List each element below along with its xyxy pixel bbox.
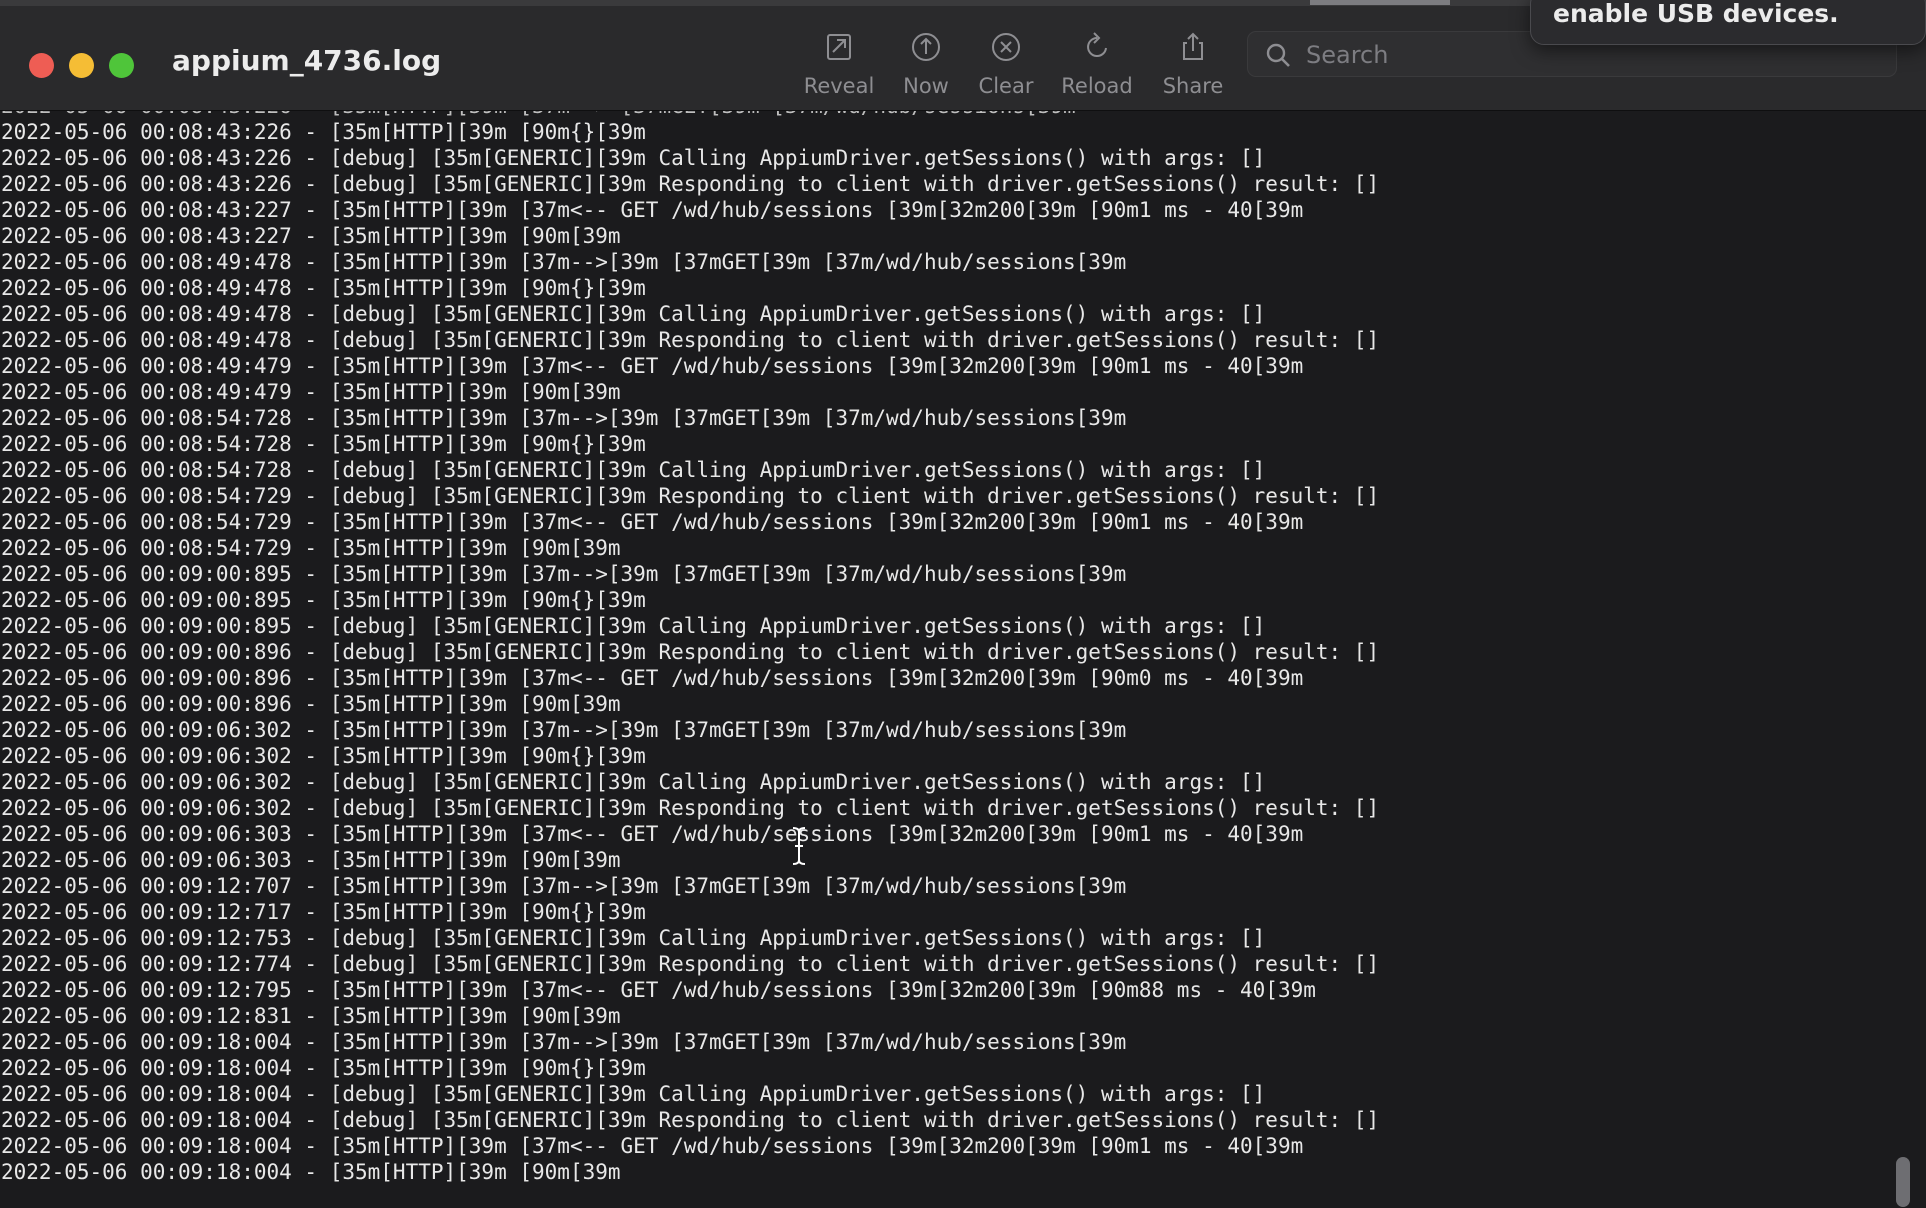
log-line: 2022-05-06 00:09:12:774 - [debug] [35m[G… — [1, 952, 1380, 976]
log-line: 2022-05-06 00:09:18:004 - [35m[HTTP][39m… — [1, 1160, 621, 1184]
log-line: 2022-05-06 00:08:43:226 - [debug] [35m[G… — [1, 172, 1380, 196]
log-line: 2022-05-06 00:08:49:479 - [35m[HTTP][39m… — [1, 354, 1304, 378]
log-line: 2022-05-06 00:09:18:004 - [35m[HTTP][39m… — [1, 1056, 646, 1080]
log-line: 2022-05-06 00:09:00:896 - [debug] [35m[G… — [1, 640, 1380, 664]
log-line: 2022-05-06 00:09:00:896 - [35m[HTTP][39m… — [1, 666, 1304, 690]
log-line: 2022-05-06 00:08:54:728 - [35m[HTTP][39m… — [1, 406, 1127, 430]
log-line: 2022-05-06 00:09:18:004 - [35m[HTTP][39m… — [1, 1134, 1304, 1158]
log-line: 2022-05-06 00:08:54:729 - [debug] [35m[G… — [1, 484, 1380, 508]
now-label: Now — [903, 74, 949, 98]
log-line: 2022-05-06 00:09:06:303 - [35m[HTTP][39m… — [1, 848, 621, 872]
log-line: 2022-05-06 00:09:12:831 - [35m[HTTP][39m… — [1, 1004, 621, 1028]
log-line: 2022-05-06 00:09:06:302 - [35m[HTTP][39m… — [1, 718, 1127, 742]
log-line: 2022-05-06 00:08:49:478 - [35m[HTTP][39m… — [1, 276, 646, 300]
share-button[interactable]: Share — [1158, 30, 1228, 110]
log-line: 2022-05-06 00:09:18:004 - [debug] [35m[G… — [1, 1082, 1266, 1106]
reload-label: Reload — [1061, 74, 1133, 98]
now-icon — [912, 33, 940, 61]
log-line: 2022-05-06 00:09:06:302 - [debug] [35m[G… — [1, 770, 1266, 794]
log-line: 2022-05-06 00:08:43:226 - [debug] [35m[G… — [1, 146, 1266, 170]
share-icon — [1183, 32, 1203, 60]
window-title: appium_4736.log — [172, 44, 442, 77]
log-line: 2022-05-06 00:08:54:729 - [35m[HTTP][39m… — [1, 536, 621, 560]
log-line: 2022-05-06 00:08:43:227 - [35m[HTTP][39m… — [1, 198, 1304, 222]
log-line: 2022-05-06 00:09:00:895 - [35m[HTTP][39m… — [1, 562, 1127, 586]
log-line: 2022-05-06 00:09:18:004 - [35m[HTTP][39m… — [1, 1030, 1127, 1054]
reveal-button[interactable]: Reveal — [800, 30, 878, 110]
vertical-scrollbar[interactable] — [1896, 1157, 1910, 1207]
log-line: 2022-05-06 00:09:12:795 - [35m[HTTP][39m… — [1, 978, 1316, 1002]
log-line: 2022-05-06 00:08:54:729 - [35m[HTTP][39m… — [1, 510, 1304, 534]
top-scrollbar-thumb[interactable] — [1310, 0, 1450, 5]
log-line: 2022-05-06 00:08:49:478 - [debug] [35m[G… — [1, 328, 1380, 352]
log-line: 2022-05-06 00:08:43:226 - [35m[HTTP][39m… — [1, 120, 646, 144]
close-button[interactable] — [29, 53, 54, 78]
log-line: 2022-05-06 00:09:00:895 - [35m[HTTP][39m… — [1, 588, 646, 612]
now-button[interactable]: Now — [894, 30, 958, 110]
log-line: 2022-05-06 00:08:54:728 - [35m[HTTP][39m… — [1, 432, 646, 456]
reveal-icon — [827, 34, 851, 60]
log-line: 2022-05-06 00:09:06:303 - [35m[HTTP][39m… — [1, 822, 1304, 846]
log-line: 2022-05-06 00:09:18:004 - [debug] [35m[G… — [1, 1108, 1380, 1132]
log-line: 2022-05-06 00:09:06:302 - [debug] [35m[G… — [1, 796, 1380, 820]
reload-icon — [1087, 32, 1107, 57]
log-line: 2022-05-06 00:08:54:728 - [debug] [35m[G… — [1, 458, 1266, 482]
log-line: 2022-05-06 00:09:12:717 - [35m[HTTP][39m… — [1, 900, 646, 924]
clear-label: Clear — [978, 74, 1034, 98]
log-line: 2022-05-06 00:09:12:707 - [35m[HTTP][39m… — [1, 874, 1127, 898]
clear-icon — [992, 33, 1020, 61]
search-icon — [1266, 43, 1290, 67]
log-line-partial: 2022-05-06 00:08:43:226 - [35m[HTTP][39m… — [0, 111, 1906, 119]
log-line: 2022-05-06 00:09:06:302 - [35m[HTTP][39m… — [1, 744, 646, 768]
usb-notification[interactable]: enable USB devices. — [1530, 0, 1926, 45]
minimize-button[interactable] — [69, 53, 94, 78]
share-label: Share — [1162, 74, 1224, 98]
zoom-button[interactable] — [109, 53, 134, 78]
log-line: 2022-05-06 00:08:43:227 - [35m[HTTP][39m… — [1, 224, 621, 248]
log-line: 2022-05-06 00:09:12:753 - [debug] [35m[G… — [1, 926, 1266, 950]
log-line: 2022-05-06 00:09:00:896 - [35m[HTTP][39m… — [1, 692, 621, 716]
log-line: 2022-05-06 00:09:00:895 - [debug] [35m[G… — [1, 614, 1266, 638]
reveal-label: Reveal — [803, 74, 875, 98]
clear-button[interactable]: Clear — [972, 30, 1040, 110]
log-line: 2022-05-06 00:08:49:478 - [debug] [35m[G… — [1, 302, 1266, 326]
notification-text: enable USB devices. — [1553, 0, 1839, 28]
log-line: 2022-05-06 00:08:49:479 - [35m[HTTP][39m… — [1, 380, 621, 404]
reload-button[interactable]: Reload — [1057, 30, 1137, 110]
text-cursor-icon — [792, 827, 806, 865]
log-line: 2022-05-06 00:08:49:478 - [35m[HTTP][39m… — [1, 250, 1127, 274]
log-view[interactable]: 2022-05-06 00:08:43:226 - [35m[HTTP][39m… — [0, 111, 1906, 1208]
